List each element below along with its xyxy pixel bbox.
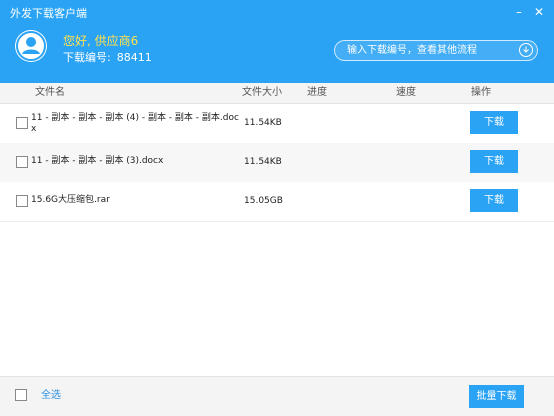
select-all-checkbox[interactable]	[15, 389, 27, 401]
order-number-value: 88411	[116, 51, 152, 64]
order-number-line: 下载编号: 88411	[63, 51, 158, 65]
download-button[interactable]: 下载	[470, 189, 518, 212]
avatar-icon	[15, 30, 47, 62]
table-header: 文件名 文件大小 进度 速度 操作	[0, 83, 554, 104]
table-row: 11 - 副本 - 副本 - 副本 (3).docx 11.54KB 下载	[0, 143, 554, 183]
file-size: 11.54KB	[244, 157, 282, 167]
close-button[interactable]: ✕	[532, 5, 546, 19]
file-size: 11.54KB	[244, 118, 282, 128]
file-name: 15.6G大压缩包.rar	[31, 195, 110, 205]
header-bar: 外发下载客户端 – ✕ 您好, 供应商6 下载编号: 88411	[0, 0, 554, 83]
file-name: 11 - 副本 - 副本 - 副本 (4) - 副本 - 副本 - 副本.doc…	[31, 113, 239, 134]
column-header-filename: 文件名	[35, 87, 65, 98]
column-header-filesize: 文件大小	[242, 87, 282, 98]
greeting-text: 您好, 供应商6	[63, 34, 139, 48]
table-row: 11 - 副本 - 副本 - 副本 (4) - 副本 - 副本 - 副本.doc…	[0, 104, 554, 144]
download-button[interactable]: 下载	[470, 150, 518, 173]
window-title: 外发下载客户端	[10, 7, 87, 20]
download-circle-icon[interactable]	[519, 43, 533, 57]
row-checkbox[interactable]	[16, 156, 28, 168]
column-header-progress: 进度	[307, 87, 327, 98]
column-header-speed: 速度	[396, 87, 416, 98]
download-button[interactable]: 下载	[470, 111, 518, 134]
file-size: 15.05GB	[244, 196, 283, 206]
order-number-label: 下载编号:	[63, 51, 111, 64]
minimize-button[interactable]: –	[512, 5, 526, 19]
row-checkbox[interactable]	[16, 117, 28, 129]
select-all-link[interactable]: 全选	[41, 389, 61, 403]
table-row: 15.6G大压缩包.rar 15.05GB 下载	[0, 182, 554, 222]
column-header-action: 操作	[471, 87, 491, 98]
search-box	[334, 40, 538, 61]
row-checkbox[interactable]	[16, 195, 28, 207]
batch-download-button[interactable]: 批量下载	[469, 385, 524, 408]
search-input[interactable]	[347, 43, 507, 58]
footer-bar: 全选 批量下载	[0, 376, 554, 416]
file-name: 11 - 副本 - 副本 - 副本 (3).docx	[31, 156, 164, 166]
